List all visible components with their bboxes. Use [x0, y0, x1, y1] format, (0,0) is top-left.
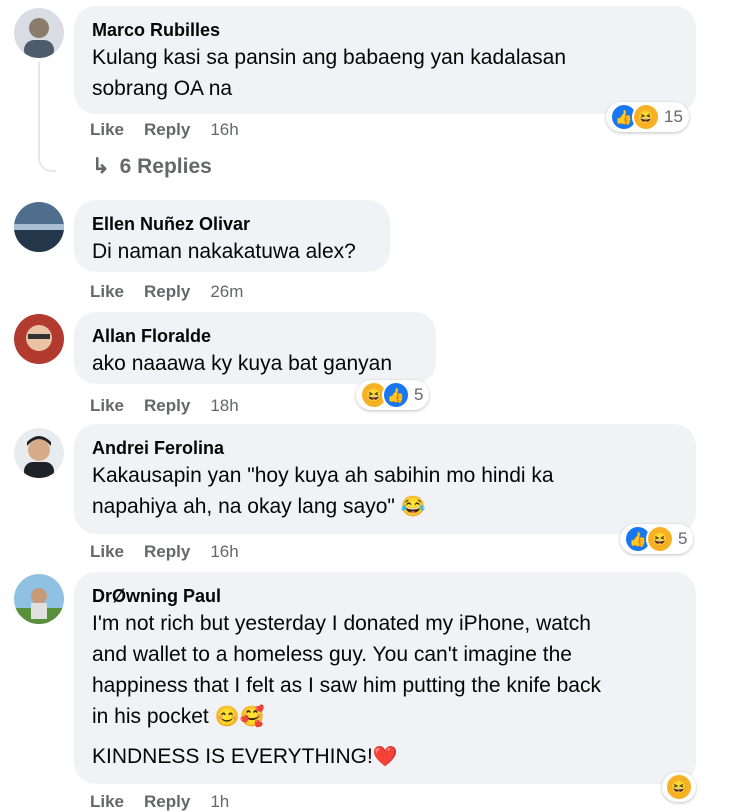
- comment-author[interactable]: Ellen Nuñez Olivar: [92, 212, 372, 236]
- comment-actions: Like Reply 18h: [90, 396, 259, 416]
- timestamp[interactable]: 26m: [210, 282, 243, 302]
- comment-bubble: Andrei Ferolina Kakausapin yan "hoy kuya…: [74, 424, 696, 534]
- timestamp[interactable]: 16h: [210, 120, 238, 140]
- comment-author[interactable]: Marco Rubilles: [92, 18, 678, 42]
- reaction-count: 5: [414, 385, 424, 404]
- haha-icon: 😆: [665, 773, 693, 801]
- like-button[interactable]: Like: [90, 542, 124, 562]
- comment-actions: Like Reply 26m: [90, 282, 263, 302]
- like-icon: 👍: [382, 381, 410, 409]
- like-button[interactable]: Like: [90, 396, 124, 416]
- reply-arrow-icon: ↳: [92, 155, 110, 178]
- reaction-summary[interactable]: 👍 😆 15: [606, 102, 689, 132]
- replies-label: 6 Replies: [119, 154, 212, 178]
- comment-bubble: Ellen Nuñez Olivar Di naman nakakatuwa a…: [74, 200, 390, 272]
- reply-button[interactable]: Reply: [144, 396, 190, 416]
- timestamp[interactable]: 1h: [210, 792, 229, 812]
- comment-text-2-wrap: KINDNESS IS EVERYTHING!❤️: [92, 741, 678, 773]
- comment-bubble: DrØwning Paul I'm not rich but yesterday…: [74, 572, 696, 784]
- comment-actions: Like Reply 16h: [90, 542, 259, 562]
- comment-bubble: Allan Floralde ako naaawa ky kuya bat ga…: [74, 312, 436, 384]
- comment-author[interactable]: Allan Floralde: [92, 324, 418, 348]
- comment-text: Kakausapin yan "hoy kuya ah sabihin mo h…: [92, 464, 554, 518]
- thread-line: [38, 62, 56, 172]
- reaction-count: 15: [664, 107, 683, 126]
- smile-hearts-emoji: 😊🥰: [214, 706, 265, 728]
- comment-text-wrap: I'm not rich but yesterday I donated my …: [92, 608, 678, 733]
- like-button[interactable]: Like: [90, 282, 124, 302]
- haha-icon: 😆: [646, 525, 674, 553]
- haha-icon: 😆: [632, 103, 660, 131]
- reply-button[interactable]: Reply: [144, 282, 190, 302]
- like-button[interactable]: Like: [90, 120, 124, 140]
- comment-actions: Like Reply 16h: [90, 120, 259, 140]
- view-replies-button[interactable]: ↳ 6 Replies: [92, 154, 212, 179]
- avatar[interactable]: [14, 574, 64, 624]
- like-button[interactable]: Like: [90, 792, 124, 812]
- reaction-summary[interactable]: 😆 👍 5: [356, 380, 430, 410]
- comment-text: I'm not rich but yesterday I donated my …: [92, 612, 601, 728]
- avatar[interactable]: [14, 8, 64, 58]
- heart-emoji: ❤️: [372, 746, 398, 768]
- avatar[interactable]: [14, 428, 64, 478]
- comment-author[interactable]: Andrei Ferolina: [92, 436, 678, 460]
- comment-text: Di naman nakakatuwa alex?: [92, 240, 356, 263]
- reaction-summary[interactable]: 😆: [662, 772, 696, 802]
- avatar[interactable]: [14, 314, 64, 364]
- timestamp[interactable]: 16h: [210, 542, 238, 562]
- comment-author[interactable]: DrØwning Paul: [92, 584, 678, 608]
- timestamp[interactable]: 18h: [210, 396, 238, 416]
- comment-actions: Like Reply 1h: [90, 792, 249, 812]
- comment-text: Kulang kasi sa pansin ang babaeng yan ka…: [92, 46, 567, 100]
- comment-text-wrap: Kakausapin yan "hoy kuya ah sabihin mo h…: [92, 460, 678, 523]
- reply-button[interactable]: Reply: [144, 542, 190, 562]
- reply-button[interactable]: Reply: [144, 792, 190, 812]
- comment-text: ako naaawa ky kuya bat ganyan: [92, 352, 393, 375]
- comment-text-2: KINDNESS IS EVERYTHING!: [92, 745, 373, 768]
- reaction-count: 5: [678, 529, 688, 548]
- comment-bubble: Marco Rubilles Kulang kasi sa pansin ang…: [74, 6, 696, 114]
- reply-button[interactable]: Reply: [144, 120, 190, 140]
- reaction-summary[interactable]: 👍 😆 5: [620, 524, 694, 554]
- laughing-emoji: 😂: [400, 496, 426, 518]
- avatar[interactable]: [14, 202, 64, 252]
